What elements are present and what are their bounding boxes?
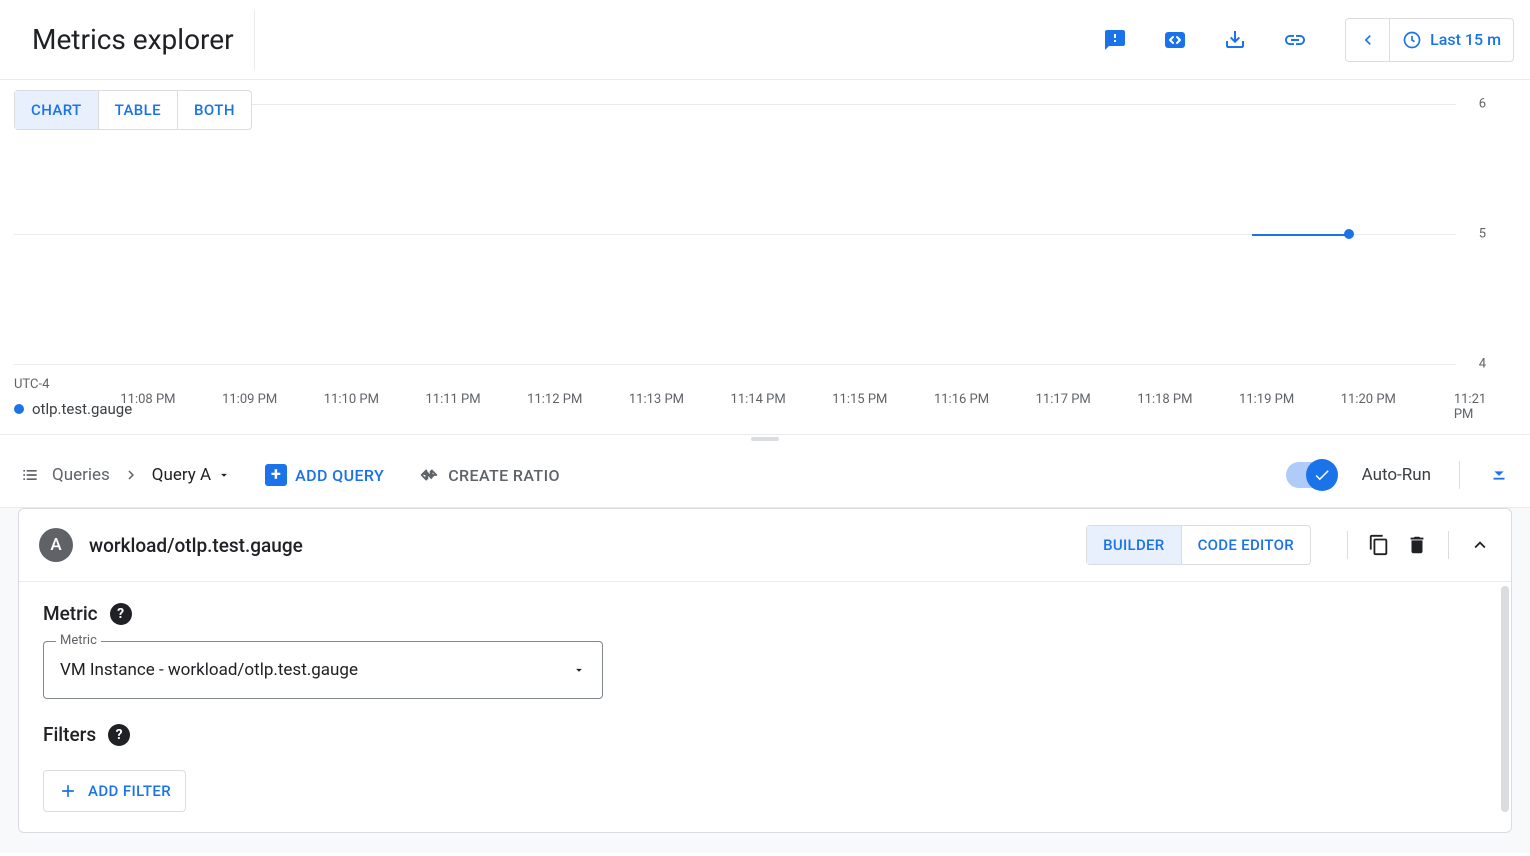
x-tick: 11:17 PM [1036, 392, 1091, 407]
copy-icon[interactable] [1368, 534, 1390, 556]
chevron-right-icon [122, 466, 140, 484]
chart-legend[interactable]: otlp.test.gauge [14, 400, 132, 418]
x-tick: 11:10 PM [324, 392, 379, 407]
y-tick: 5 [1479, 227, 1486, 242]
feedback-icon[interactable] [1097, 22, 1133, 58]
caret-down-icon [217, 468, 231, 482]
plus-icon: + [265, 464, 287, 486]
queries-breadcrumb: Queries Query A [20, 465, 231, 485]
metric-select[interactable]: Metric VM Instance - workload/otlp.test.… [43, 641, 603, 699]
x-tick: 11:20 PM [1341, 392, 1396, 407]
help-icon[interactable]: ? [108, 724, 130, 746]
create-ratio-button[interactable]: CREATE RATIO [418, 464, 560, 486]
header-actions: Last 15 m [1097, 18, 1514, 62]
queries-toolbar: Queries Query A + ADD QUERY CREATE RATIO… [0, 443, 1530, 507]
x-tick: 11:19 PM [1239, 392, 1294, 407]
query-letter-badge: A [39, 528, 73, 562]
time-range-picker: Last 15 m [1345, 18, 1514, 62]
query-panel-container: A workload/otlp.test.gauge BUILDER CODE … [0, 507, 1530, 853]
auto-run-label: Auto-Run [1362, 465, 1431, 485]
chart-series-line [1252, 234, 1350, 236]
filters-section-header: Filters ? [43, 723, 1487, 746]
metric-field-label: Metric [56, 633, 101, 648]
collapse-all-button[interactable] [1488, 464, 1510, 486]
legend-label: otlp.test.gauge [32, 400, 132, 418]
add-query-button[interactable]: + ADD QUERY [265, 464, 384, 486]
x-tick: 11:11 PM [425, 392, 480, 407]
list-icon [20, 465, 40, 485]
x-tick: 11:21 PM [1454, 392, 1486, 422]
scrollbar-thumb[interactable] [1501, 586, 1509, 812]
x-tick: 11:14 PM [731, 392, 786, 407]
query-panel-header: A workload/otlp.test.gauge BUILDER CODE … [19, 509, 1511, 582]
query-title: workload/otlp.test.gauge [89, 534, 1070, 557]
tab-table[interactable]: TABLE [98, 91, 177, 129]
download-icon[interactable] [1217, 22, 1253, 58]
delete-icon[interactable] [1406, 534, 1428, 556]
tab-chart[interactable]: CHART [15, 91, 98, 129]
chart-plot-area[interactable]: 6 5 4 [14, 104, 1516, 364]
editor-mode-tabs: BUILDER CODE EDITOR [1086, 525, 1311, 565]
chevron-up-icon [1469, 534, 1491, 556]
x-tick: 11:16 PM [934, 392, 989, 407]
y-tick: 4 [1479, 357, 1486, 372]
tab-code-editor[interactable]: CODE EDITOR [1181, 526, 1310, 564]
chart-container: 6 5 4 UTC-4 11:08 PM11:09 PM11:10 PM11:1… [0, 104, 1530, 434]
x-tick: 11:13 PM [629, 392, 684, 407]
time-range-label: Last 15 m [1430, 30, 1501, 49]
query-panel-body: Metric ? Metric VM Instance - workload/o… [19, 582, 1511, 832]
x-tick: 11:18 PM [1137, 392, 1192, 407]
view-tabs: CHART TABLE BOTH [14, 90, 252, 130]
time-range-button[interactable]: Last 15 m [1390, 30, 1513, 50]
y-tick: 6 [1479, 97, 1486, 112]
chevron-down-bar-icon [1488, 464, 1510, 486]
check-icon [1313, 466, 1331, 484]
query-panel-actions [1343, 531, 1491, 559]
time-back-button[interactable] [1346, 18, 1390, 62]
query-panel: A workload/otlp.test.gauge BUILDER CODE … [18, 508, 1512, 833]
chart-data-point [1344, 229, 1354, 239]
code-icon[interactable] [1157, 22, 1193, 58]
caret-down-icon [572, 663, 586, 677]
legend-color-dot [14, 404, 24, 414]
plus-icon [58, 781, 78, 801]
collapse-panel-button[interactable] [1469, 534, 1491, 556]
page-title: Metrics explorer [32, 10, 255, 70]
tab-builder[interactable]: BUILDER [1087, 526, 1180, 564]
x-tick: 11:12 PM [527, 392, 582, 407]
ratio-icon [418, 464, 440, 486]
metric-section-header: Metric ? [43, 602, 1487, 625]
x-tick: 11:09 PM [222, 392, 277, 407]
link-icon[interactable] [1277, 22, 1313, 58]
timezone-label: UTC-4 [14, 377, 49, 392]
panel-resize-handle[interactable] [0, 434, 1530, 443]
queries-label[interactable]: Queries [52, 465, 110, 485]
auto-run-toggle[interactable] [1286, 462, 1336, 488]
help-icon[interactable]: ? [110, 603, 132, 625]
page-header: Metrics explorer Last 15 m [0, 0, 1530, 80]
x-tick: 11:15 PM [832, 392, 887, 407]
metric-value: VM Instance - workload/otlp.test.gauge [60, 660, 358, 680]
current-query-dropdown[interactable]: Query A [152, 465, 231, 485]
tab-both[interactable]: BOTH [177, 91, 251, 129]
add-filter-button[interactable]: ADD FILTER [43, 770, 186, 812]
